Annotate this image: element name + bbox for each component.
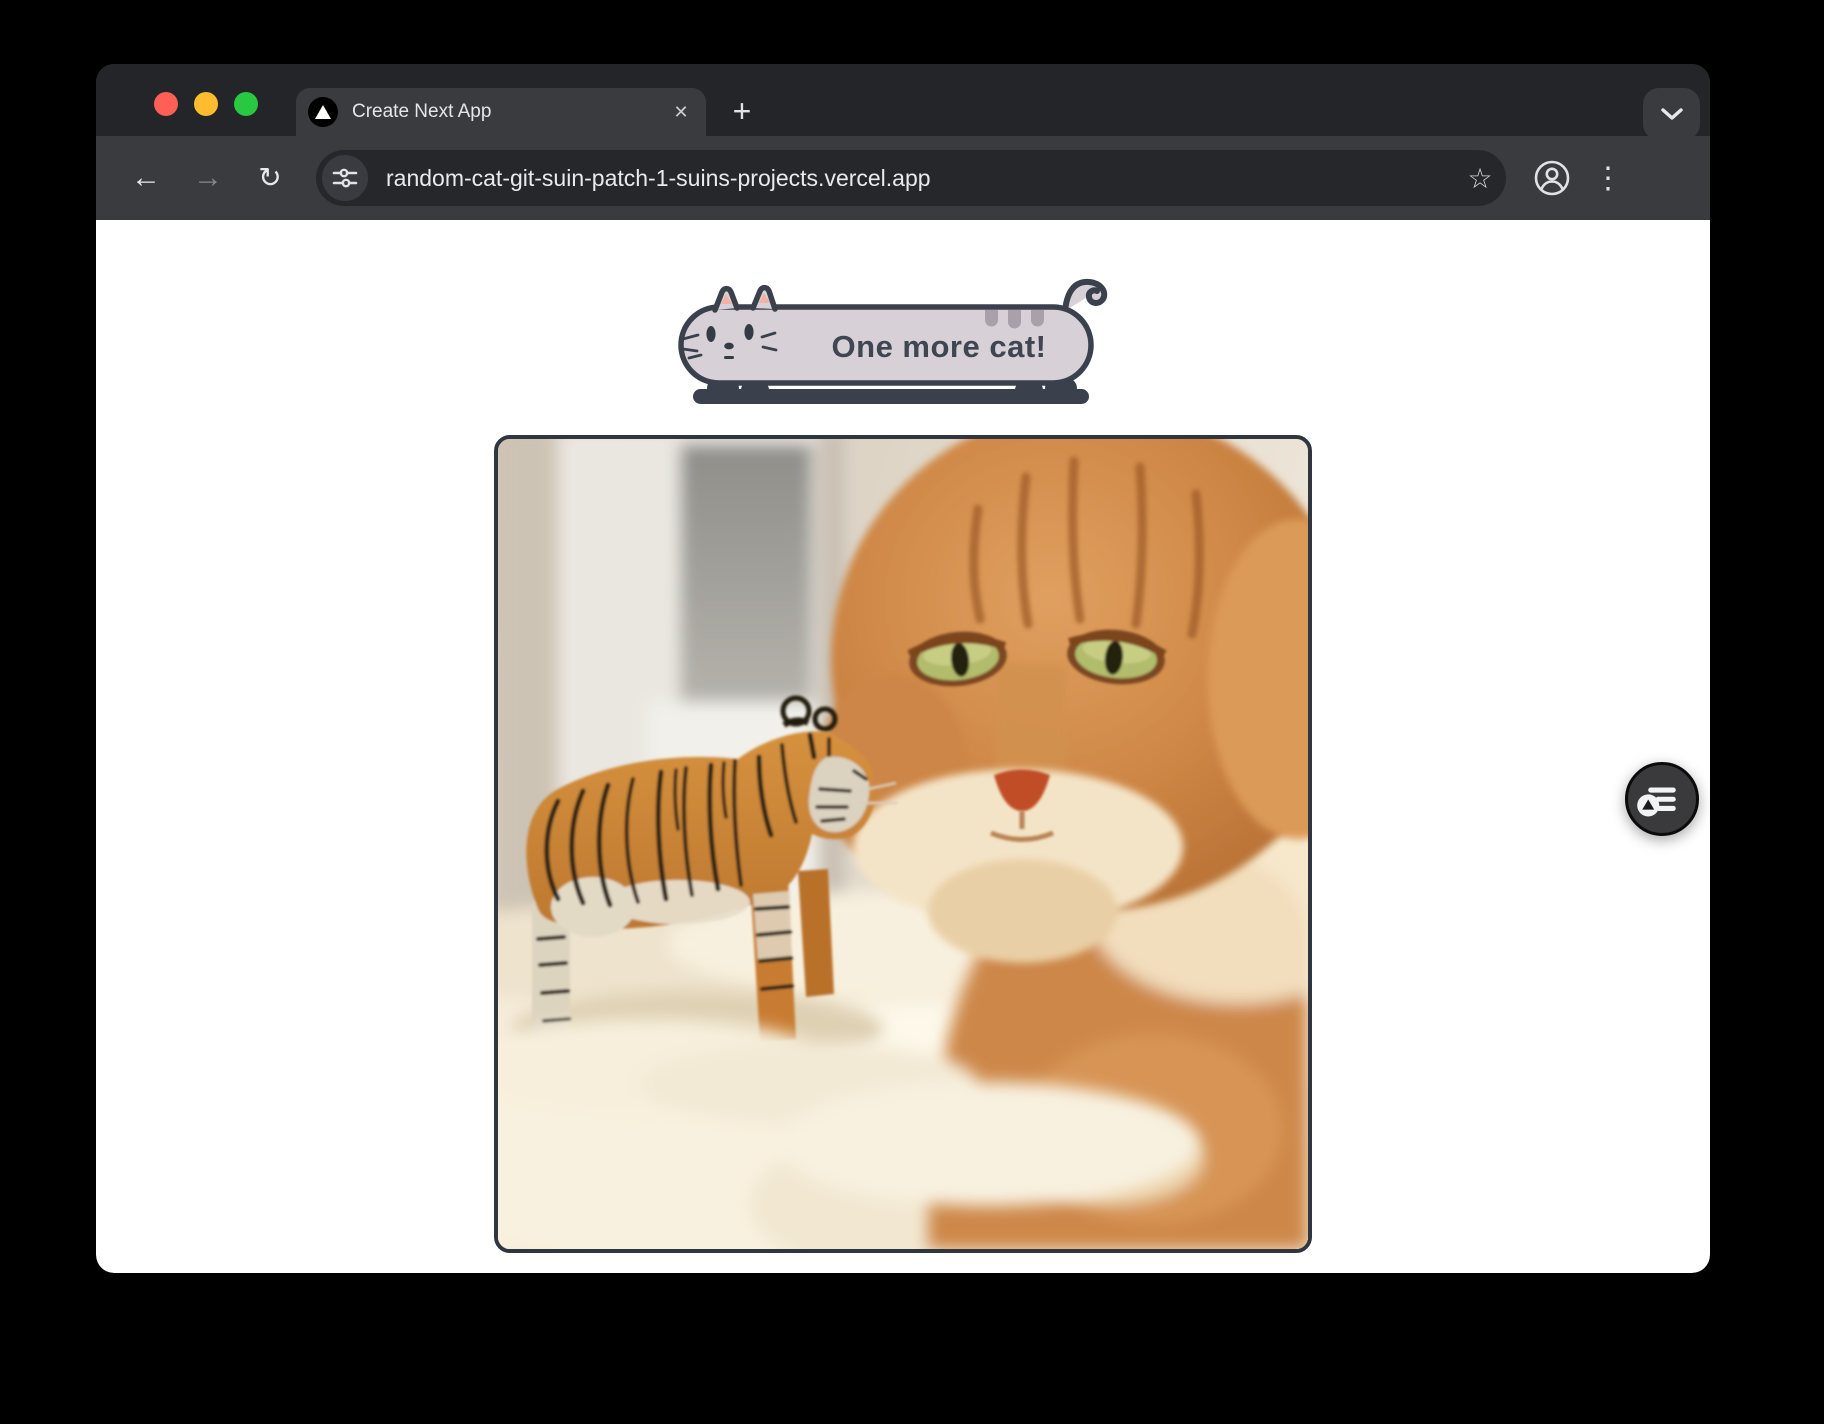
url-text[interactable]: random-cat-git-suin-patch-1-suins-projec…	[386, 165, 1454, 192]
cat-photo	[494, 435, 1312, 1253]
close-window-button[interactable]	[154, 92, 178, 116]
tab-search-button[interactable]	[1643, 88, 1700, 140]
profile-button[interactable]	[1530, 156, 1574, 200]
chevron-down-icon	[1659, 106, 1685, 122]
address-bar[interactable]: random-cat-git-suin-patch-1-suins-projec…	[316, 150, 1506, 206]
page-content: One more cat!	[96, 220, 1710, 1273]
tab-title: Create Next App	[352, 101, 664, 123]
account-circle-icon	[1533, 159, 1571, 197]
back-button[interactable]: ←	[118, 150, 174, 206]
tab-strip: Create Next App ✕ +	[96, 64, 1710, 136]
reload-button[interactable]: ↻	[242, 150, 298, 206]
vercel-toolbar-button[interactable]	[1625, 762, 1699, 836]
browser-menu-button[interactable]: ⋮	[1588, 161, 1628, 196]
forward-button[interactable]: →	[180, 150, 236, 206]
zoom-window-button[interactable]	[234, 92, 258, 116]
site-info-button[interactable]	[322, 155, 368, 201]
bookmark-star-icon[interactable]: ☆	[1454, 162, 1506, 195]
cat-button-label: One more cat!	[832, 329, 1047, 364]
tune-sliders-icon	[332, 165, 358, 191]
new-tab-button[interactable]: +	[720, 92, 764, 132]
window-controls	[154, 92, 258, 116]
vercel-toolbar-icon	[1628, 762, 1696, 836]
minimize-window-button[interactable]	[194, 92, 218, 116]
tab-close-icon[interactable]: ✕	[664, 95, 698, 129]
browser-toolbar: ← → ↻ random-cat-git-suin-patch-1-suins-…	[96, 136, 1710, 220]
browser-window: Create Next App ✕ + ← → ↻	[96, 64, 1710, 1273]
one-more-cat-button[interactable]: One more cat!	[677, 271, 1129, 407]
browser-tab[interactable]: Create Next App ✕	[296, 88, 706, 136]
vercel-favicon-icon	[308, 97, 338, 127]
